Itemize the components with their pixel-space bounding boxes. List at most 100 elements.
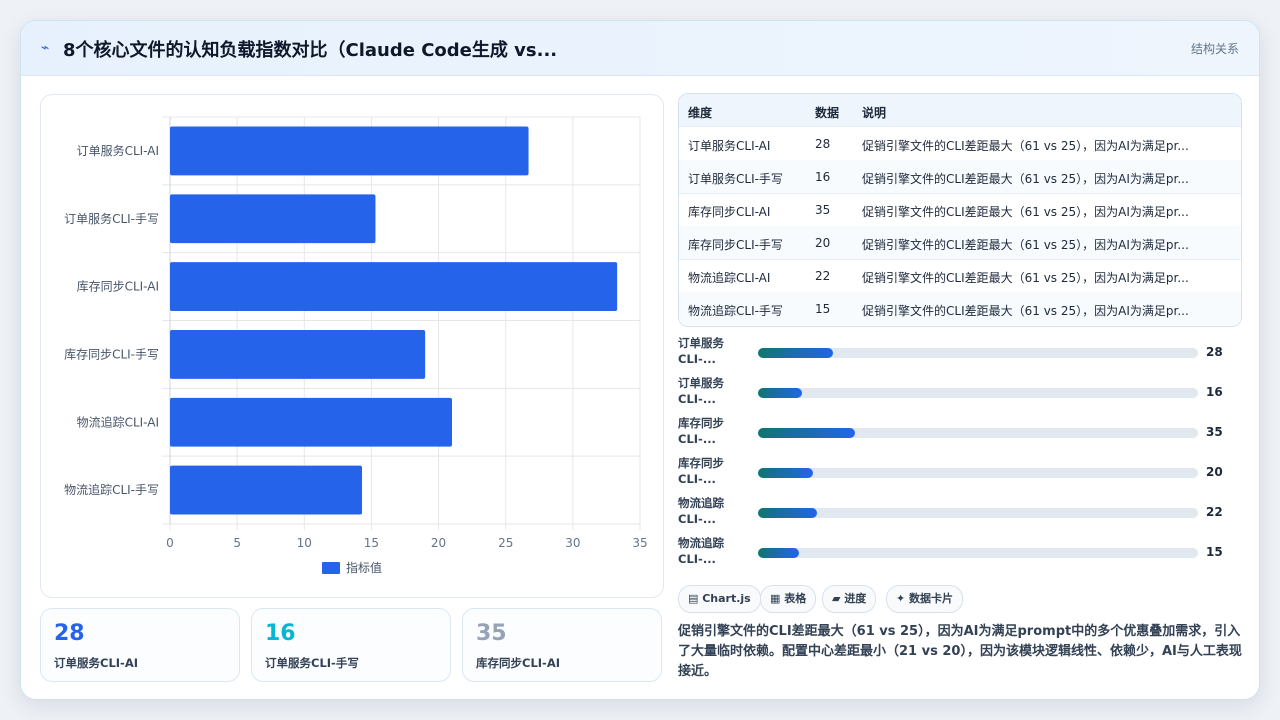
cell: 订单服务CLI-AI <box>688 139 771 153</box>
chip-chartjs[interactable]: ▤ Chart.js <box>678 585 761 613</box>
bar <box>170 262 618 312</box>
chip-progress[interactable]: ▰ 进度 <box>822 585 877 613</box>
progress-label: 订单服务 CLI-... <box>678 376 724 406</box>
cell: 物流追踪CLI-AI <box>688 271 771 285</box>
structure-tag[interactable]: 结构关系 <box>1191 40 1239 57</box>
stat-value: 16 <box>265 621 296 646</box>
progress-track <box>758 468 1198 478</box>
header: ⌁ 8个核心文件的认知负载指数对比（Claude Code生成 vs... 结构… <box>21 21 1259 76</box>
progress-track <box>758 388 1198 398</box>
x-tick-label: 10 <box>297 536 312 550</box>
progress-value: 22 <box>1206 505 1223 519</box>
x-tick-label: 20 <box>431 536 446 550</box>
y-tick-label: 库存同步CLI-手写 <box>64 346 159 361</box>
x-tick-label: 0 <box>166 536 174 550</box>
progress-row: 库存同步 CLI-... 35 <box>678 413 1238 449</box>
x-tick-label: 30 <box>565 536 580 550</box>
progress-row: 物流追踪 CLI-... 22 <box>678 493 1238 529</box>
chip-datacard[interactable]: ✦ 数据卡片 <box>886 585 964 613</box>
progress-label: 库存同步 CLI-... <box>678 456 724 486</box>
progress-fill <box>758 428 855 438</box>
stat-card-2: 16 订单服务CLI-手写 <box>251 608 451 682</box>
progress-track <box>758 428 1198 438</box>
cell: 促销引擎文件的CLI差距最大（61 vs 25），因为AI为满足pr... <box>862 238 1189 252</box>
progress-row: 订单服务 CLI-... 28 <box>678 333 1238 369</box>
legend-label: 指标值 <box>346 560 382 575</box>
progress-row: 物流追踪 CLI-... 15 <box>678 533 1238 569</box>
table-row: 订单服务CLI-手写 16 促销引擎文件的CLI差距最大（61 vs 25），因… <box>679 160 1241 194</box>
x-tick-label: 15 <box>364 536 379 550</box>
y-tick-label: 订单服务CLI-AI <box>77 143 159 158</box>
progress-fill <box>758 548 799 558</box>
stat-label: 库存同步CLI-AI <box>476 656 560 670</box>
y-tick-label: 订单服务CLI-手写 <box>64 211 159 226</box>
y-tick-label: 物流追踪CLI-手写 <box>64 482 159 497</box>
stat-card-3: 35 库存同步CLI-AI <box>462 608 662 682</box>
cell: 促销引擎文件的CLI差距最大（61 vs 25），因为AI为满足pr... <box>862 139 1189 153</box>
bar-chart: 0 5 10 15 20 25 30 35 订单服务CLI-AI 订单服务CLI-手写 库存同步CL… <box>40 94 664 598</box>
stat-card-1: 28 订单服务CLI-AI <box>40 608 240 682</box>
bar <box>170 194 376 244</box>
progress-value: 20 <box>1206 465 1223 479</box>
cell: 库存同步CLI-手写 <box>688 238 783 252</box>
legend-swatch <box>322 562 340 574</box>
bar <box>170 126 529 176</box>
cell: 22 <box>815 269 831 283</box>
bolt-icon: ⌁ <box>41 40 50 56</box>
table-row: 物流追踪CLI-手写 15 促销引擎文件的CLI差距最大（61 vs 25），因… <box>679 292 1241 325</box>
x-tick-label: 25 <box>498 536 513 550</box>
bar <box>170 465 363 515</box>
cell: 15 <box>815 302 831 316</box>
progress-value: 28 <box>1206 345 1223 359</box>
progress-fill <box>758 468 813 478</box>
progress-row: 订单服务 CLI-... 16 <box>678 373 1238 409</box>
x-tick-label: 5 <box>233 536 241 550</box>
progress-fill <box>758 508 818 518</box>
header-desc: 说明 <box>862 106 887 120</box>
cell: 订单服务CLI-手写 <box>688 172 783 186</box>
progress-row: 库存同步 CLI-... 20 <box>678 453 1238 489</box>
header-data: 数据 <box>815 106 840 120</box>
cell: 16 <box>815 170 831 184</box>
cell: 35 <box>815 203 831 217</box>
x-tick-label: 35 <box>632 536 647 550</box>
data-table: 维度 数据 说明 订单服务CLI-AI 28 促销引擎文件的CLI差距最大（61… <box>678 93 1242 327</box>
cell: 促销引擎文件的CLI差距最大（61 vs 25），因为AI为满足pr... <box>862 205 1189 219</box>
cell: 20 <box>815 236 831 250</box>
table-header: 维度 数据 说明 <box>679 94 1241 127</box>
table-row: 库存同步CLI-AI 35 促销引擎文件的CLI差距最大（61 vs 25），因… <box>679 193 1241 227</box>
progress-track <box>758 508 1198 518</box>
stat-value: 28 <box>54 621 85 646</box>
chart-svg: 0 5 10 15 20 25 30 35 订单服务CLI-AI 订单服务CLI-手写库存同步CL… <box>64 116 648 575</box>
summary-text: 促销引擎文件的CLI差距最大（61 vs 25），因为AI为满足prompt中的… <box>678 624 1242 679</box>
bar <box>170 329 426 379</box>
progress-value: 15 <box>1206 545 1223 559</box>
y-tick-label: 库存同步CLI-AI <box>77 279 159 294</box>
dashboard-card: ⌁ 8个核心文件的认知负载指数对比（Claude Code生成 vs... 结构… <box>20 20 1260 700</box>
progress-track <box>758 548 1198 558</box>
progress-fill <box>758 348 833 358</box>
chip-table[interactable]: ▦ 表格 <box>760 585 817 613</box>
table-row: 库存同步CLI-手写 20 促销引擎文件的CLI差距最大（61 vs 25），因… <box>679 226 1241 260</box>
bar <box>170 397 452 447</box>
cell: 物流追踪CLI-手写 <box>688 304 783 318</box>
progress-label: 库存同步 CLI-... <box>678 416 724 446</box>
cell: 库存同步CLI-AI <box>688 205 771 219</box>
progress-label: 物流追踪 CLI-... <box>678 496 724 526</box>
cell: 促销引擎文件的CLI差距最大（61 vs 25），因为AI为满足pr... <box>862 172 1189 186</box>
progress-value: 35 <box>1206 425 1223 439</box>
progress-track <box>758 348 1198 358</box>
stat-value: 35 <box>476 621 507 646</box>
progress-label: 物流追踪 CLI-... <box>678 536 724 566</box>
cell: 28 <box>815 137 831 151</box>
progress-label: 订单服务 CLI-... <box>678 336 724 366</box>
stat-label: 订单服务CLI-手写 <box>265 656 359 670</box>
table-row: 物流追踪CLI-AI 22 促销引擎文件的CLI差距最大（61 vs 25），因… <box>679 259 1241 293</box>
page-title: 8个核心文件的认知负载指数对比（Claude Code生成 vs... <box>63 40 558 61</box>
stat-label: 订单服务CLI-AI <box>54 656 138 670</box>
table-row: 订单服务CLI-AI 28 促销引擎文件的CLI差距最大（61 vs 25），因… <box>679 127 1241 161</box>
progress-fill <box>758 388 802 398</box>
cell: 促销引擎文件的CLI差距最大（61 vs 25），因为AI为满足pr... <box>862 271 1189 285</box>
progress-value: 16 <box>1206 385 1223 399</box>
y-tick-label: 物流追踪CLI-AI <box>77 414 159 429</box>
